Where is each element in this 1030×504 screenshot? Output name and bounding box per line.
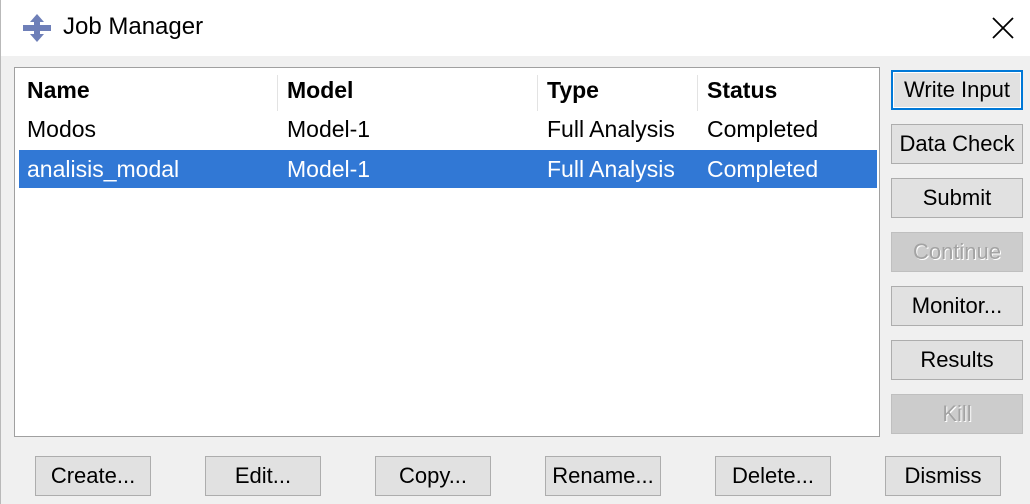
close-button[interactable] bbox=[975, 0, 1030, 56]
window-title: Job Manager bbox=[63, 13, 204, 40]
row-model-cell: Model-1 bbox=[287, 156, 371, 182]
job-manager-window: Job Manager Name Model Type Status Modos… bbox=[0, 0, 1030, 504]
row-type-cell: Full Analysis bbox=[547, 156, 675, 182]
table-row-selected[interactable]: analisis_modal Model-1 Full Analysis Com… bbox=[19, 150, 877, 188]
job-list[interactable]: Name Model Type Status Modos Model-1 Ful… bbox=[14, 67, 880, 437]
column-divider[interactable] bbox=[277, 75, 278, 111]
edit-button[interactable]: Edit... bbox=[205, 456, 321, 496]
results-button[interactable]: Results bbox=[891, 340, 1023, 380]
title-bar[interactable]: Job Manager bbox=[1, 0, 1030, 56]
write-input-button[interactable]: Write Input bbox=[891, 70, 1023, 110]
submit-button[interactable]: Submit bbox=[891, 178, 1023, 218]
row-name-cell: Modos bbox=[27, 116, 97, 142]
row-status-cell: Completed bbox=[707, 116, 819, 142]
delete-button[interactable]: Delete... bbox=[715, 456, 831, 496]
column-divider[interactable] bbox=[537, 75, 538, 111]
continue-button: Continue bbox=[891, 232, 1023, 272]
column-header-name[interactable]: Name bbox=[19, 71, 277, 109]
monitor-button[interactable]: Monitor... bbox=[891, 286, 1023, 326]
create-button[interactable]: Create... bbox=[35, 456, 151, 496]
kill-button: Kill bbox=[891, 394, 1023, 434]
row-model-cell: Model-1 bbox=[287, 116, 371, 142]
table-header: Name Model Type Status bbox=[19, 71, 877, 111]
close-icon bbox=[992, 17, 1014, 39]
copy-button[interactable]: Copy... bbox=[375, 456, 491, 496]
table-row[interactable]: Modos Model-1 Full Analysis Completed bbox=[19, 110, 877, 148]
column-divider[interactable] bbox=[697, 75, 698, 111]
row-status-cell: Completed bbox=[707, 156, 819, 182]
column-header-type[interactable]: Type bbox=[539, 71, 697, 109]
rename-button[interactable]: Rename... bbox=[545, 456, 661, 496]
row-name-cell: analisis_modal bbox=[27, 156, 180, 182]
abaqus-app-icon bbox=[23, 14, 51, 42]
row-type-cell: Full Analysis bbox=[547, 116, 675, 142]
column-header-status[interactable]: Status bbox=[699, 71, 877, 109]
column-header-model[interactable]: Model bbox=[279, 71, 537, 109]
dismiss-button[interactable]: Dismiss bbox=[885, 456, 1001, 496]
data-check-button[interactable]: Data Check bbox=[891, 124, 1023, 164]
